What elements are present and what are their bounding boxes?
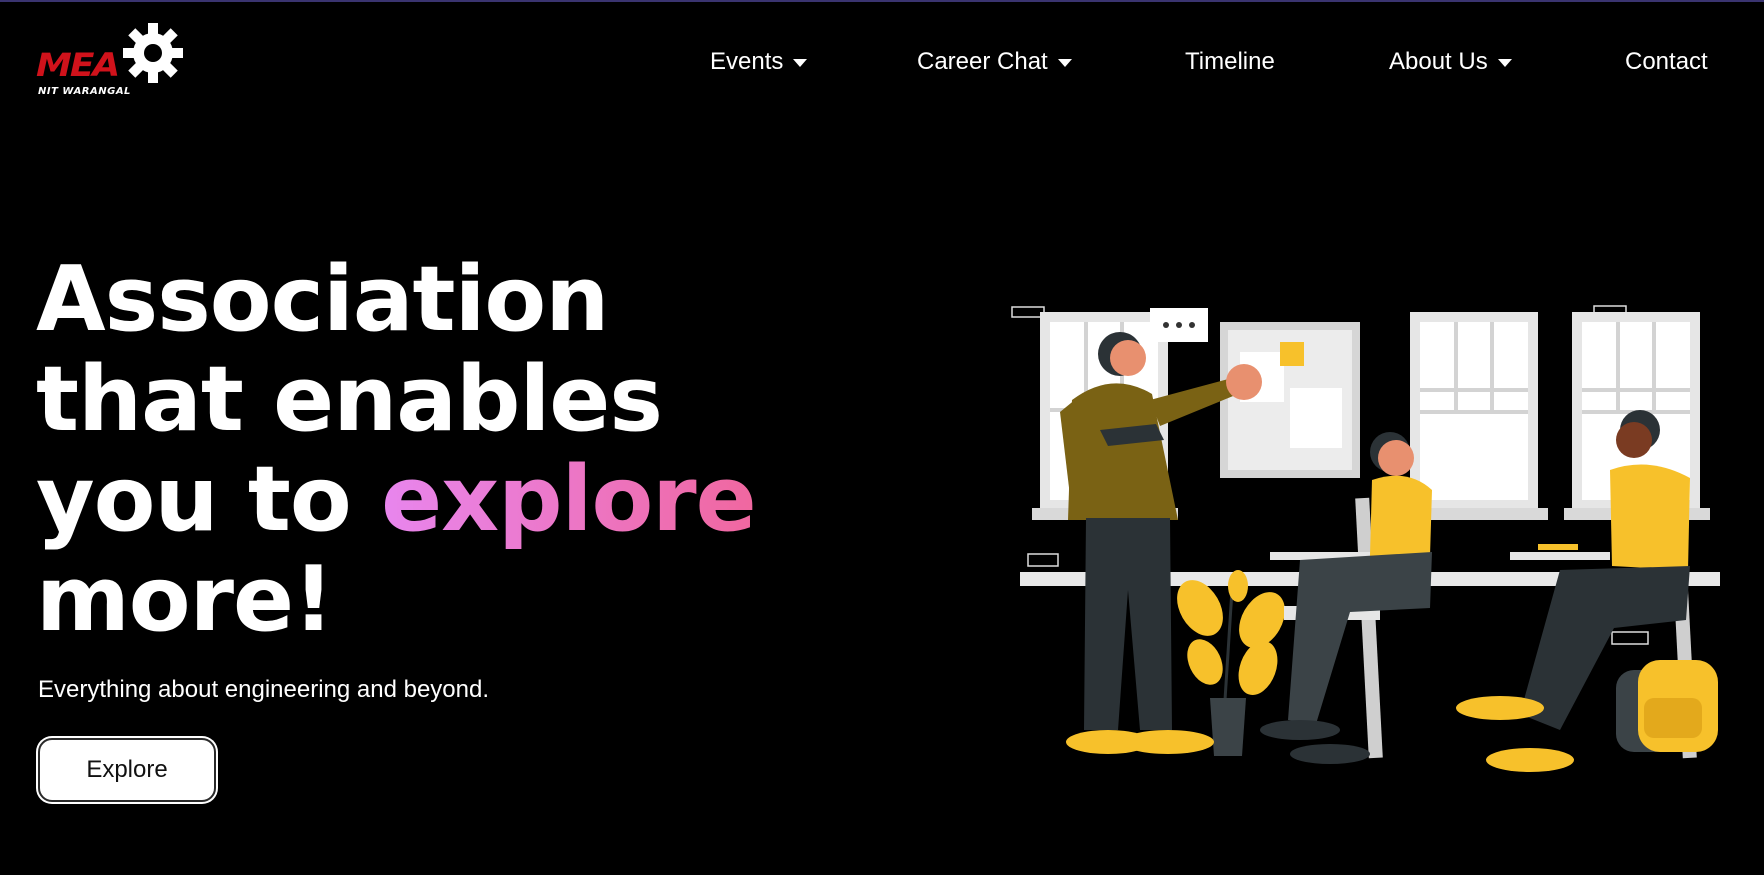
hero-subtitle: Everything about engineering and beyond. (38, 676, 490, 703)
nav-item-label: Timeline (1185, 48, 1275, 75)
site-logo[interactable]: MEA NIT WARANGAL (36, 20, 186, 100)
nav-item-career-chat[interactable]: Career Chat (917, 44, 1072, 80)
backpack (1616, 660, 1718, 752)
top-border (0, 0, 1764, 2)
explore-button[interactable]: Explore (38, 738, 216, 802)
hero-headline: Association that enables you to explore … (36, 247, 757, 652)
headline-line-3: you to explore (36, 447, 757, 552)
chevron-down-icon (1497, 59, 1512, 67)
chevron-down-icon (793, 59, 808, 67)
logo-text: MEA (36, 47, 120, 84)
nav-item-events[interactable]: Events (710, 44, 808, 80)
nav-item-label: Career Chat (917, 48, 1048, 75)
nav-item-timeline[interactable]: Timeline (1185, 44, 1275, 80)
gear-icon (123, 23, 183, 83)
headline-highlight: explore (381, 447, 757, 552)
headline-line-3-prefix: you to (36, 447, 382, 552)
headline-line-1: Association (36, 247, 609, 352)
chevron-down-icon (1057, 59, 1072, 67)
headline-line-4: more! (36, 547, 334, 652)
nav-item-contact[interactable]: Contact (1625, 44, 1708, 80)
nav-item-label: About Us (1389, 48, 1488, 75)
logo-subtext: NIT WARANGAL (38, 86, 131, 97)
headline-line-2: that enables (36, 347, 663, 452)
classroom-illustration (1011, 305, 1720, 772)
nav-item-label: Events (710, 48, 784, 75)
nav-item-about-us[interactable]: About Us (1389, 44, 1512, 80)
student-figure-1 (1260, 432, 1432, 764)
nav-item-label: Contact (1625, 48, 1708, 75)
